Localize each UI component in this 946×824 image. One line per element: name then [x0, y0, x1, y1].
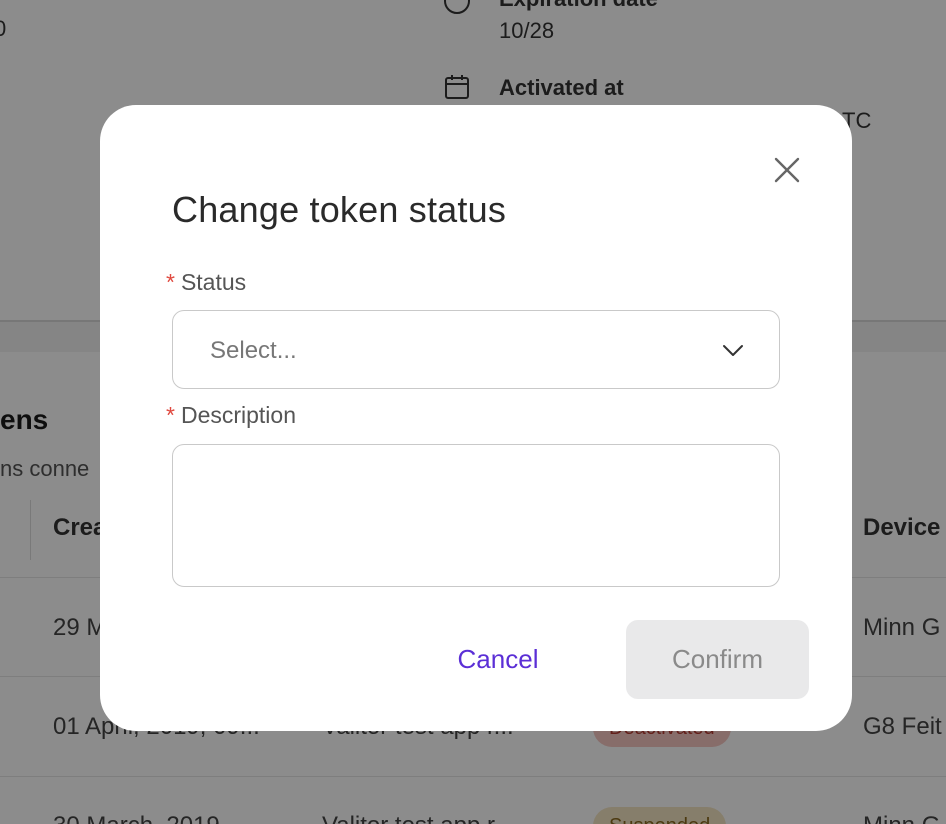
required-marker: * [166, 402, 175, 428]
required-marker: * [166, 269, 175, 295]
status-select-placeholder: Select... [210, 337, 297, 364]
cancel-button[interactable]: Cancel [430, 620, 566, 699]
description-textarea[interactable] [172, 444, 780, 587]
dialog-title: Change token status [172, 189, 507, 230]
status-label-text: Status [180, 269, 247, 295]
description-field-label: * Description [166, 402, 296, 429]
status-field-label: * Status [166, 269, 246, 296]
change-token-status-dialog: Change token status * Status Select... * D… [100, 105, 852, 731]
chevron-down-icon [723, 345, 743, 356]
description-label-text: Description [180, 402, 296, 428]
close-icon[interactable] [772, 155, 802, 185]
status-select[interactable]: Select... [172, 310, 780, 389]
confirm-button[interactable]: Confirm [626, 620, 809, 699]
